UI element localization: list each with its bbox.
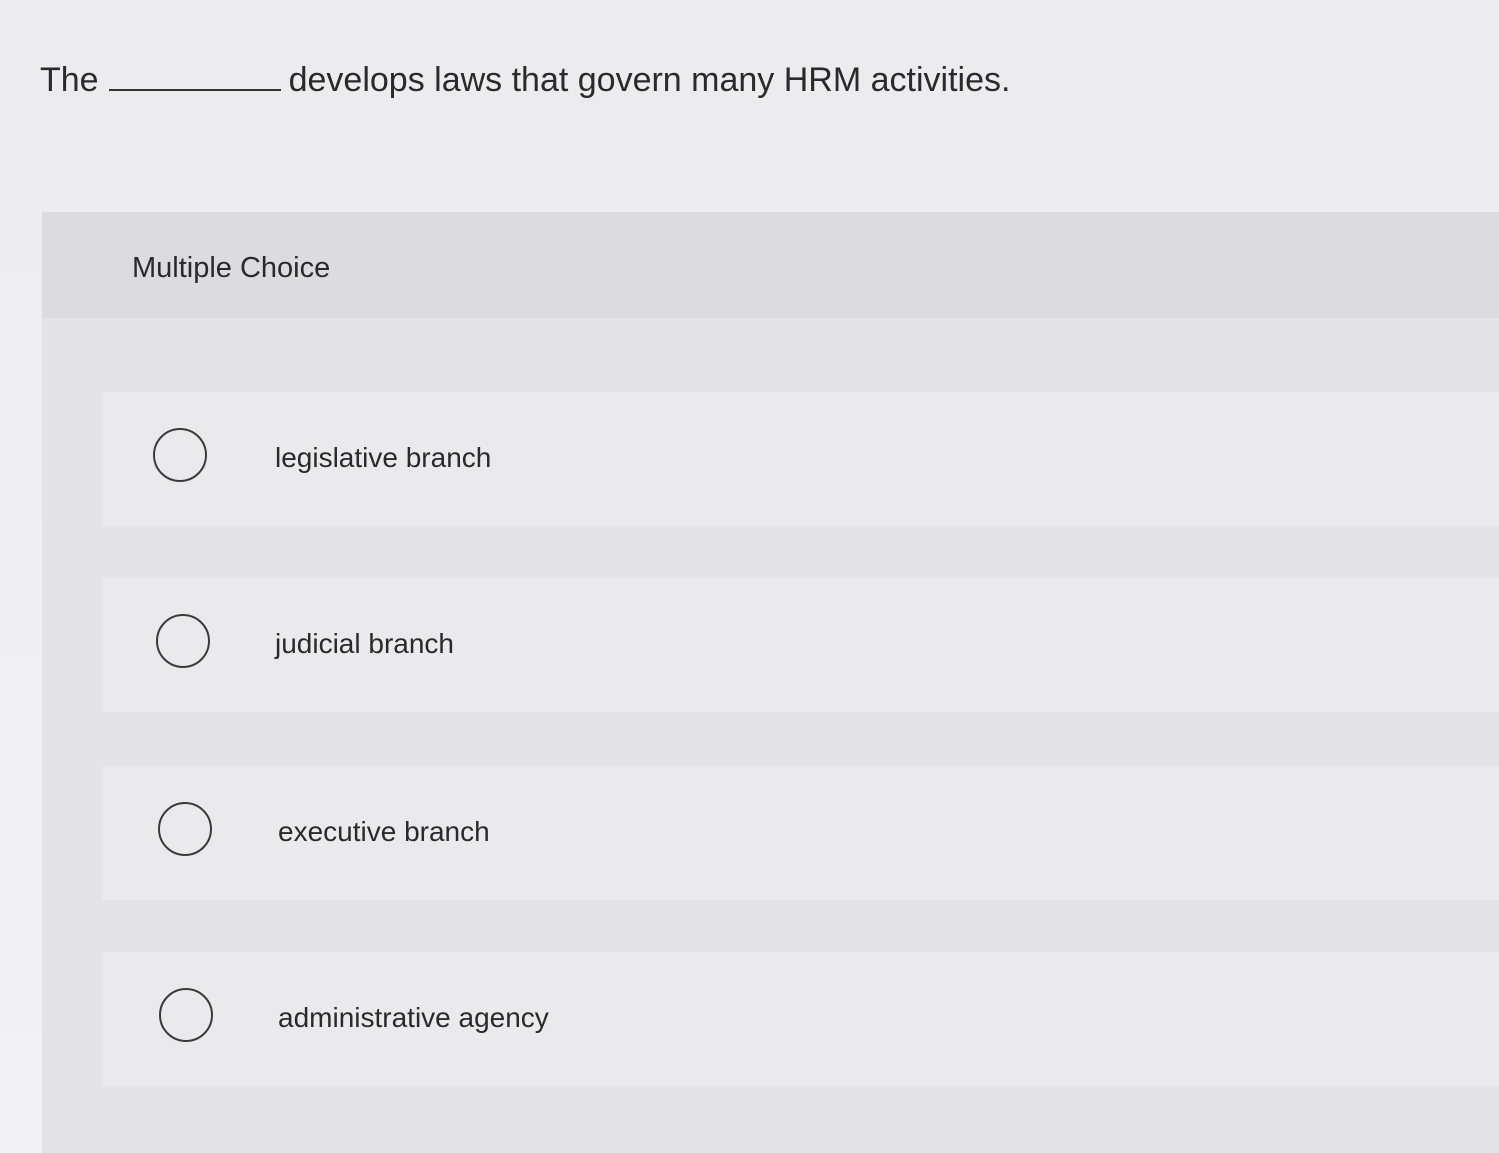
radio-button[interactable] [156, 614, 210, 668]
choice-option-1[interactable]: legislative branch [102, 392, 1499, 526]
question-suffix: develops laws that govern many HRM activ… [288, 61, 1011, 99]
choice-label: judicial branch [275, 628, 454, 659]
radio-button[interactable] [158, 802, 212, 856]
choice-label: legislative branch [275, 442, 492, 473]
question-text: The develops laws that govern many HRM ac… [40, 58, 1010, 102]
choice-option-2[interactable]: judicial branch [102, 578, 1499, 712]
radio-button[interactable] [159, 988, 213, 1042]
answer-panel: Multiple Choice legislative branch judic… [42, 212, 1499, 1153]
choice-label: executive branch [278, 816, 490, 847]
answer-blank [108, 61, 281, 91]
radio-button[interactable] [153, 428, 207, 482]
choice-option-3[interactable]: executive branch [102, 766, 1499, 900]
question-prefix: The [40, 61, 99, 99]
choice-option-4[interactable]: administrative agency [102, 952, 1499, 1086]
choice-label: administrative agency [278, 1002, 549, 1033]
panel-header: Multiple Choice [42, 212, 1499, 318]
question-type-label: Multiple Choice [132, 252, 331, 284]
